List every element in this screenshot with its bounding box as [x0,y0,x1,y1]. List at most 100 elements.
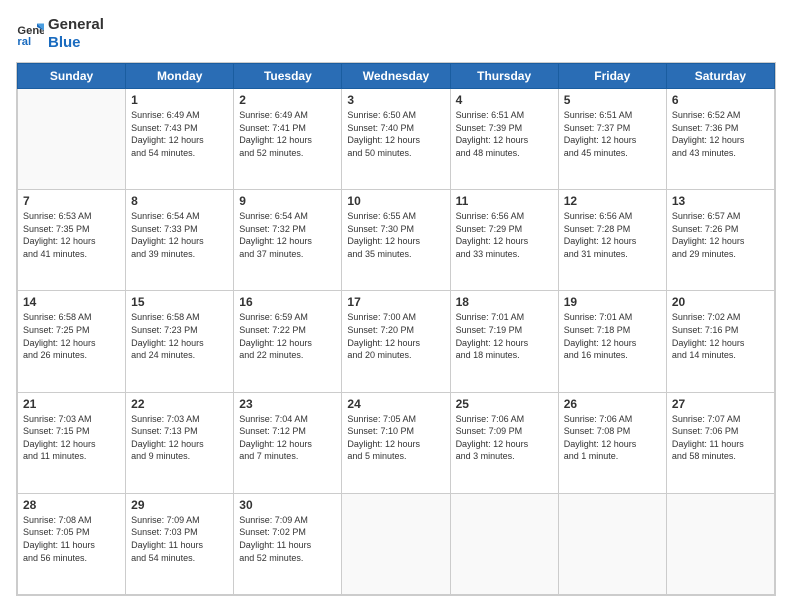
day-number: 24 [347,397,444,411]
day-cell-14: 14 Sunrise: 6:58 AM Sunset: 7:25 PM Dayli… [18,291,126,392]
day-number: 14 [23,295,120,309]
day-cell-25: 25 Sunrise: 7:06 AM Sunset: 7:09 PM Dayli… [450,392,558,493]
day-number: 20 [672,295,769,309]
day-cell-17: 17 Sunrise: 7:00 AM Sunset: 7:20 PM Dayli… [342,291,450,392]
day-number: 28 [23,498,120,512]
day-number: 30 [239,498,336,512]
day-cell-15: 15Sunrise: 6:58 AM Sunset: 7:23 PM Dayli… [126,291,234,392]
day-number: 1 [131,93,228,107]
day-cell-empty-4-3 [342,493,450,594]
logo-text-line1: General [48,16,104,34]
day-content: Sunrise: 7:06 AM Sunset: 7:08 PM Dayligh… [564,413,661,463]
day-number: 27 [672,397,769,411]
day-cell-16: 16 Sunrise: 6:59 AM Sunset: 7:22 PM Dayli… [234,291,342,392]
day-number: 2 [239,93,336,107]
day-cell-12: 12 Sunrise: 6:56 AM Sunset: 7:28 PM Dayli… [558,190,666,291]
day-content: Sunrise: 7:06 AM Sunset: 7:09 PM Dayligh… [456,413,553,463]
logo-text-line2: Blue [48,34,104,52]
day-content: Sunrise: 6:50 AM Sunset: 7:40 PM Dayligh… [347,109,444,159]
day-number: 6 [672,93,769,107]
day-number: 26 [564,397,661,411]
day-cell-10: 10 Sunrise: 6:55 AM Sunset: 7:30 PM Dayli… [342,190,450,291]
day-number: 8 [131,194,228,208]
day-cell-6: 6Sunrise: 6:52 AM Sunset: 7:36 PM Daylig… [666,89,774,190]
day-cell-8: 8 Sunrise: 6:54 AM Sunset: 7:33 PM Daylig… [126,190,234,291]
day-cell-27: 27 Sunrise: 7:07 AM Sunset: 7:06 PM Dayli… [666,392,774,493]
day-header-monday: Monday [126,64,234,89]
day-cell-empty-0-0 [18,89,126,190]
day-cell-empty-4-4 [450,493,558,594]
day-number: 23 [239,397,336,411]
day-content: Sunrise: 6:51 AM Sunset: 7:39 PM Dayligh… [456,109,553,159]
day-content: Sunrise: 6:56 AM Sunset: 7:28 PM Dayligh… [564,210,661,260]
day-number: 25 [456,397,553,411]
day-cell-21: 21 Sunrise: 7:03 AM Sunset: 7:15 PM Dayli… [18,392,126,493]
day-content: Sunrise: 6:49 AM Sunset: 7:41 PM Dayligh… [239,109,336,159]
day-cell-26: 26 Sunrise: 7:06 AM Sunset: 7:08 PM Dayli… [558,392,666,493]
day-number: 5 [564,93,661,107]
day-content: Sunrise: 6:56 AM Sunset: 7:29 PM Dayligh… [456,210,553,260]
day-number: 19 [564,295,661,309]
day-number: 22 [131,397,228,411]
day-cell-empty-4-6 [666,493,774,594]
day-cell-28: 28 Sunrise: 7:08 AM Sunset: 7:05 PM Dayli… [18,493,126,594]
day-content: Sunrise: 6:58 AM Sunset: 7:23 PM Dayligh… [131,311,228,361]
day-content: Sunrise: 7:09 AM Sunset: 7:02 PM Dayligh… [239,514,336,564]
day-header-saturday: Saturday [666,64,774,89]
day-number: 7 [23,194,120,208]
day-cell-29: 29Sunrise: 7:09 AM Sunset: 7:03 PM Dayli… [126,493,234,594]
day-content: Sunrise: 7:05 AM Sunset: 7:10 PM Dayligh… [347,413,444,463]
day-number: 4 [456,93,553,107]
day-cell-24: 24 Sunrise: 7:05 AM Sunset: 7:10 PM Dayli… [342,392,450,493]
day-number: 10 [347,194,444,208]
logo-icon: Gene ral [16,20,44,48]
day-content: Sunrise: 7:04 AM Sunset: 7:12 PM Dayligh… [239,413,336,463]
day-content: Sunrise: 7:09 AM Sunset: 7:03 PM Dayligh… [131,514,228,564]
day-content: Sunrise: 7:07 AM Sunset: 7:06 PM Dayligh… [672,413,769,463]
day-header-sunday: Sunday [18,64,126,89]
day-number: 9 [239,194,336,208]
day-content: Sunrise: 6:53 AM Sunset: 7:35 PM Dayligh… [23,210,120,260]
day-content: Sunrise: 7:03 AM Sunset: 7:13 PM Dayligh… [131,413,228,463]
day-header-friday: Friday [558,64,666,89]
day-number: 21 [23,397,120,411]
day-number: 17 [347,295,444,309]
svg-text:ral: ral [17,36,31,48]
day-content: Sunrise: 6:55 AM Sunset: 7:30 PM Dayligh… [347,210,444,260]
day-cell-30: 30 Sunrise: 7:09 AM Sunset: 7:02 PM Dayli… [234,493,342,594]
day-cell-19: 19 Sunrise: 7:01 AM Sunset: 7:18 PM Dayli… [558,291,666,392]
day-cell-11: 11 Sunrise: 6:56 AM Sunset: 7:29 PM Dayli… [450,190,558,291]
day-cell-7: 7 Sunrise: 6:53 AM Sunset: 7:35 PM Daylig… [18,190,126,291]
day-number: 18 [456,295,553,309]
logo: Gene ral General Blue [16,16,104,52]
day-cell-4: 4 Sunrise: 6:51 AM Sunset: 7:39 PM Daylig… [450,89,558,190]
day-cell-20: 20Sunrise: 7:02 AM Sunset: 7:16 PM Dayli… [666,291,774,392]
day-number: 12 [564,194,661,208]
day-number: 11 [456,194,553,208]
day-content: Sunrise: 7:08 AM Sunset: 7:05 PM Dayligh… [23,514,120,564]
day-cell-5: 5 Sunrise: 6:51 AM Sunset: 7:37 PM Daylig… [558,89,666,190]
day-cell-1: 1Sunrise: 6:49 AM Sunset: 7:43 PM Daylig… [126,89,234,190]
day-cell-23: 23 Sunrise: 7:04 AM Sunset: 7:12 PM Dayli… [234,392,342,493]
day-number: 13 [672,194,769,208]
day-number: 16 [239,295,336,309]
day-header-thursday: Thursday [450,64,558,89]
page-header: Gene ral General Blue [16,16,776,52]
day-content: Sunrise: 6:59 AM Sunset: 7:22 PM Dayligh… [239,311,336,361]
day-content: Sunrise: 6:58 AM Sunset: 7:25 PM Dayligh… [23,311,120,361]
day-cell-empty-4-5 [558,493,666,594]
day-content: Sunrise: 6:57 AM Sunset: 7:26 PM Dayligh… [672,210,769,260]
day-content: Sunrise: 7:01 AM Sunset: 7:19 PM Dayligh… [456,311,553,361]
day-header-tuesday: Tuesday [234,64,342,89]
calendar: SundayMondayTuesdayWednesdayThursdayFrid… [16,62,776,596]
day-content: Sunrise: 7:00 AM Sunset: 7:20 PM Dayligh… [347,311,444,361]
day-content: Sunrise: 7:03 AM Sunset: 7:15 PM Dayligh… [23,413,120,463]
day-cell-2: 2 Sunrise: 6:49 AM Sunset: 7:41 PM Daylig… [234,89,342,190]
day-cell-3: 3Sunrise: 6:50 AM Sunset: 7:40 PM Daylig… [342,89,450,190]
day-content: Sunrise: 6:51 AM Sunset: 7:37 PM Dayligh… [564,109,661,159]
day-cell-9: 9Sunrise: 6:54 AM Sunset: 7:32 PM Daylig… [234,190,342,291]
day-cell-13: 13 Sunrise: 6:57 AM Sunset: 7:26 PM Dayli… [666,190,774,291]
day-content: Sunrise: 6:54 AM Sunset: 7:33 PM Dayligh… [131,210,228,260]
day-content: Sunrise: 7:01 AM Sunset: 7:18 PM Dayligh… [564,311,661,361]
day-header-wednesday: Wednesday [342,64,450,89]
